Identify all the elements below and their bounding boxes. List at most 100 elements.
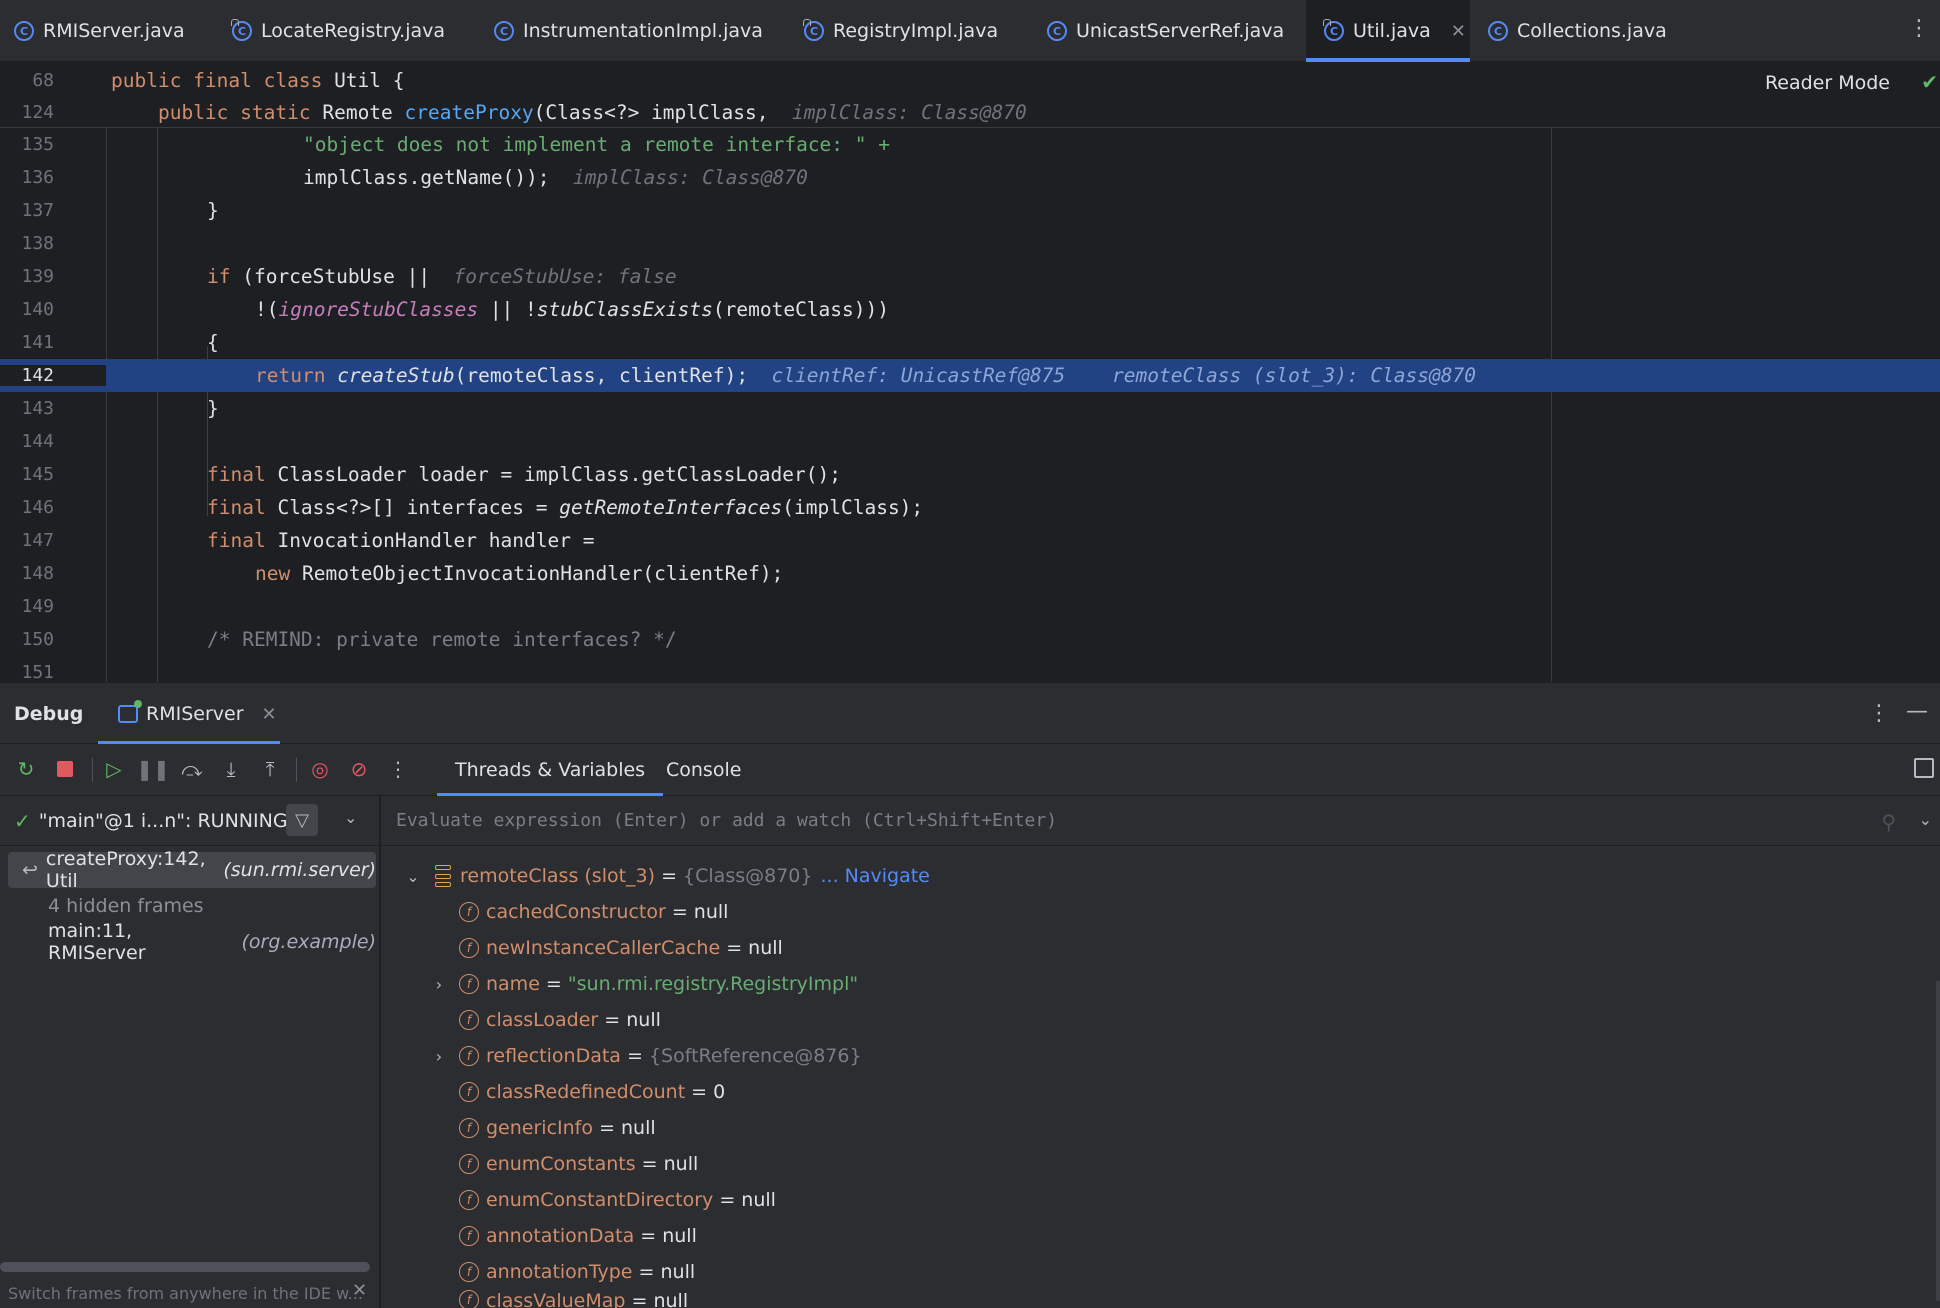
tab-collections[interactable]: C Collections.java (1488, 0, 1667, 62)
chevron-right-icon[interactable]: › (431, 1047, 447, 1066)
code-line: 141 { (0, 326, 1940, 359)
view-breakpoints-icon[interactable]: ◎ (307, 756, 333, 782)
more-tabs-icon[interactable]: ⋮ (1908, 18, 1930, 40)
resume-icon[interactable]: ▷ (101, 756, 127, 782)
tab-console[interactable]: Console (666, 744, 741, 796)
code-line: 139 if (forceStubUse || forceStubUse: fa… (0, 260, 1940, 293)
var-value: 0 (713, 1081, 726, 1103)
step-over-icon[interactable]: ⤼ (179, 756, 205, 782)
line-number: 137 (21, 200, 54, 221)
variable-row[interactable]: f classRedefinedCount = 0 (459, 1074, 725, 1110)
thread-selector[interactable]: ✓ "main"@1 i...n": RUNNING (0, 796, 380, 846)
toolbar-separator (296, 758, 297, 782)
field-icon: f (459, 1046, 479, 1066)
return-arrow-icon: ↩ (22, 859, 38, 881)
code-editor[interactable]: 135 "object does not implement a remote … (0, 128, 1940, 682)
code-line: 143 } (0, 392, 1940, 425)
tab-label: UnicastServerRef.java (1076, 20, 1285, 42)
editor-tab-bar: C RMIServer.java C LocateRegistry.java C… (0, 0, 1940, 62)
line-number: 149 (21, 596, 54, 617)
var-name: reflectionData (486, 1045, 621, 1067)
layout-icon[interactable] (1914, 758, 1934, 778)
more-actions-icon[interactable]: ⋮ (385, 756, 411, 782)
debug-session-tab[interactable]: RMIServer ✕ (98, 683, 280, 745)
var-name: newInstanceCallerCache (486, 937, 721, 959)
var-name: classLoader (486, 1009, 599, 1031)
stack-frame[interactable]: main:11, RMIServer (org.example) (8, 920, 376, 964)
field-icon: f (459, 1118, 479, 1138)
field-icon: f (459, 1290, 479, 1308)
line-number: 141 (21, 332, 54, 353)
variable-row[interactable]: f newInstanceCallerCache = null (459, 930, 783, 966)
tab-rmiserver[interactable]: C RMIServer.java (14, 0, 185, 62)
tab-instrumentationimpl[interactable]: C InstrumentationImpl.java (494, 0, 763, 62)
variable-row[interactable]: › f reflectionData = {SoftReference@876} (431, 1038, 862, 1074)
line-number: 139 (21, 266, 54, 287)
horizontal-scrollbar[interactable] (0, 1262, 370, 1272)
thread-label: "main"@1 i...n": RUNNING (38, 809, 288, 832)
tab-label: RMIServer.java (43, 20, 185, 42)
chevron-down-icon[interactable]: ⌄ (344, 808, 357, 827)
variable-row[interactable]: f enumConstants = null (459, 1146, 698, 1182)
stack-frame[interactable]: ↩ createProxy:142, Util (sun.rmi.server) (8, 848, 376, 892)
check-icon: ✓ (14, 808, 31, 833)
variable-row[interactable]: › f name = "sun.rmi.registry.RegistryImp… (431, 966, 858, 1002)
chevron-right-icon[interactable]: › (431, 975, 447, 994)
var-name: remoteClass (slot_3) (460, 865, 656, 887)
minimize-icon[interactable]: — (1906, 699, 1928, 724)
debug-title: Debug (14, 703, 84, 725)
tab-locateregistry[interactable]: C LocateRegistry.java (231, 0, 445, 62)
navigate-link[interactable]: ... Navigate (820, 865, 929, 887)
code-line: 136 implClass.getName()); implClass: Cla… (0, 161, 1940, 194)
variable-row[interactable]: ⌄ remoteClass (slot_3) = {Class@870} ...… (405, 858, 930, 894)
vertical-scrollbar[interactable] (1936, 981, 1940, 1301)
var-name: cachedConstructor (486, 901, 666, 923)
tab-threads-variables[interactable]: Threads & Variables (436, 744, 664, 796)
reader-mode-button[interactable]: Reader Mode (1765, 72, 1890, 94)
close-session-icon[interactable]: ✕ (262, 704, 277, 725)
step-out-icon[interactable]: ⤒ (257, 756, 283, 782)
code-line: 146 final Class<?>[] interfaces = getRem… (0, 491, 1940, 524)
filter-icon[interactable]: ▽ (286, 804, 318, 836)
variable-row[interactable]: f classLoader = null (459, 1002, 661, 1038)
chevron-down-icon[interactable]: ⌄ (405, 867, 421, 886)
inline-hint: implClass: Class@870 (791, 100, 1027, 124)
code-line: 148 new RemoteObjectInvocationHandler(cl… (0, 557, 1940, 590)
hidden-frames[interactable]: 4 hidden frames (8, 888, 376, 924)
add-watch-icon[interactable]: ⚲ (1881, 810, 1896, 834)
var-value: {Class@870} (683, 865, 813, 887)
mute-breakpoints-icon[interactable]: ⊘ (346, 756, 372, 782)
close-hint-icon[interactable]: ✕ (352, 1280, 367, 1301)
variable-row[interactable]: f enumConstantDirectory = null (459, 1182, 776, 1218)
code-line: 140 !(ignoreStubClasses || !stubClassExi… (0, 293, 1940, 326)
more-options-icon[interactable]: ⋮ (1868, 701, 1890, 726)
var-name: annotationType (486, 1261, 633, 1283)
var-value: null (653, 1290, 689, 1308)
variable-row[interactable]: f cachedConstructor = null (459, 894, 728, 930)
tab-util[interactable]: C Util.java ✕ (1306, 0, 1470, 62)
watch-input[interactable]: Evaluate expression (Enter) or add a wat… (381, 796, 1940, 846)
close-tab-icon[interactable]: ✕ (1451, 21, 1466, 42)
pause-icon[interactable]: ❚❚ (136, 756, 170, 782)
code-line: 137 } (0, 194, 1940, 227)
rerun-icon[interactable]: ↻ (13, 756, 39, 782)
var-value: null (693, 901, 729, 923)
stop-icon[interactable] (52, 756, 78, 782)
field-icon: f (459, 974, 479, 994)
frame-method: main:11, RMIServer (48, 920, 146, 964)
chevron-down-icon[interactable]: ⌄ (1919, 810, 1932, 829)
line-number: 144 (21, 431, 54, 452)
step-into-icon[interactable]: ⤓ (218, 756, 244, 782)
toolbar-separator (92, 758, 93, 782)
variable-row[interactable]: f annotationType = null (459, 1254, 695, 1290)
variable-row[interactable]: f annotationData = null (459, 1218, 697, 1254)
java-class-icon: C (14, 21, 34, 41)
variable-row[interactable]: f genericInfo = null (459, 1110, 656, 1146)
sticky-scope-header: 68 public final class Util { 124 public … (0, 62, 1940, 128)
var-name: annotationData (486, 1225, 635, 1247)
var-value: "sun.rmi.registry.RegistryImpl" (567, 973, 859, 995)
tab-unicastserverref[interactable]: C UnicastServerRef.java (1047, 0, 1284, 62)
watch-placeholder: Evaluate expression (Enter) or add a wat… (396, 810, 1058, 831)
variable-row[interactable]: f classValueMap = null (459, 1290, 688, 1308)
tab-registryimpl[interactable]: C RegistryImpl.java (803, 0, 998, 62)
